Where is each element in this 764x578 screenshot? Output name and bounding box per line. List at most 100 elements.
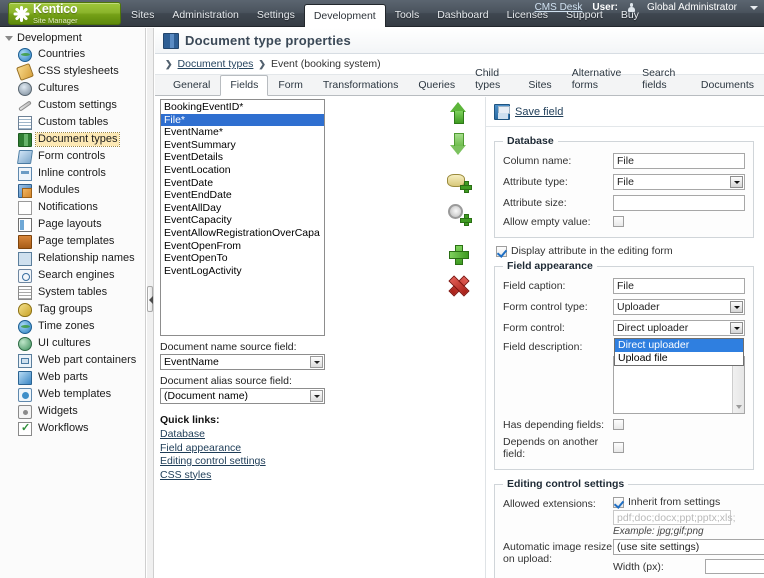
chevron-down-icon[interactable] [310,356,323,368]
nav-item-dashboard[interactable]: Dashboard [428,3,497,27]
depends-on-another-field-checkbox[interactable] [613,442,624,453]
sidebar-item-web-templates[interactable]: Web templates [0,386,145,403]
list-item[interactable]: EventName* [161,126,324,139]
form-control-select[interactable]: Direct uploader Direct uploader Upload f… [613,320,745,366]
sidebar-item-time-zones[interactable]: Time zones [0,318,145,335]
sidebar-item-web-part-containers[interactable]: Web part containers [0,352,145,369]
breadcrumb-link-document-types[interactable]: Document types [178,58,254,70]
nav-item-sites[interactable]: Sites [122,3,163,27]
sidebar-item-ui-cultures[interactable]: UI cultures [0,335,145,352]
nav-item-administration[interactable]: Administration [163,3,248,27]
delete-x-icon [449,276,467,294]
list-item[interactable]: EventDetails [161,151,324,164]
list-item[interactable]: EventOpenTo [161,252,324,265]
quick-link-editing-control-settings[interactable]: Editing control settings [160,455,325,467]
tab-search-fields[interactable]: Search fields [632,63,691,95]
doc-name-source-select[interactable]: EventName [160,354,325,370]
panel-splitter[interactable] [147,28,154,578]
has-depending-fields-checkbox[interactable] [613,419,624,430]
tab-alternative-forms[interactable]: Alternative forms [562,63,632,95]
new-attribute-button[interactable] [445,170,472,196]
chevron-down-icon[interactable] [750,5,758,10]
sidebar-item-page-layouts[interactable]: Page layouts [0,216,145,233]
chevron-down-icon[interactable] [4,33,15,44]
tab-transformations[interactable]: Transformations [313,75,408,95]
cms-desk-link[interactable]: CMS Desk [535,2,583,13]
display-attribute-row[interactable]: Display attribute in the editing form [496,245,764,257]
display-attribute-checkbox[interactable] [496,245,507,257]
sidebar-item-css-stylesheets[interactable]: CSS stylesheets [0,62,145,81]
sidebar-item-system-tables[interactable]: System tables [0,284,145,301]
splitter-collapse-handle[interactable] [147,286,153,312]
option-upload-file[interactable]: Upload file [615,352,743,365]
new-field-button[interactable] [445,241,471,267]
form-control-type-select[interactable]: Uploader [613,299,745,315]
allow-empty-checkbox[interactable] [613,216,624,227]
sidebar-item-form-controls[interactable]: Form controls [0,148,145,165]
tab-child-types[interactable]: Child types [465,63,518,95]
attribute-size-input[interactable] [613,195,745,211]
inherit-from-settings-row[interactable]: Inherit from settings [613,496,764,508]
sidebar-item-countries[interactable]: Countries [0,46,145,63]
column-name-input[interactable] [613,153,745,169]
list-item[interactable]: EventLocation [161,164,324,177]
width-input[interactable] [705,559,764,574]
list-item[interactable]: File* [161,113,324,127]
chevron-down-icon[interactable] [730,301,743,313]
delete-field-button[interactable] [445,272,471,298]
quick-link-field-appearance[interactable]: Field appearance [160,442,325,454]
attribute-type-select[interactable]: File [613,174,745,190]
form-control-options-list[interactable]: Direct uploader Upload file [614,338,744,366]
sidebar-item-workflows[interactable]: Workflows [0,420,145,437]
list-item[interactable]: EventEndDate [161,189,324,202]
move-up-button[interactable] [445,101,471,127]
list-item[interactable]: EventLogActivity [161,265,324,278]
list-item[interactable]: EventAllDay [161,202,324,215]
sidebar-item-custom-tables[interactable]: Custom tables [0,114,145,131]
kentico-logo[interactable]: Kentico Site Manager [8,2,121,25]
list-item[interactable]: EventOpenFrom [161,240,324,253]
tab-form[interactable]: Form [268,75,313,95]
inherit-from-settings-checkbox[interactable] [613,496,624,508]
sidebar-root-development[interactable]: Development [0,28,145,46]
chevron-down-icon[interactable] [730,322,743,334]
field-list[interactable]: BookingEventID* File* EventName* EventSu… [160,99,325,336]
tab-queries[interactable]: Queries [408,75,465,95]
list-item[interactable]: EventCapacity [161,214,324,227]
sidebar-item-page-templates[interactable]: Page templates [0,233,145,250]
chevron-down-icon[interactable] [730,176,743,188]
sidebar-item-tag-groups[interactable]: Tag groups [0,301,145,318]
tab-general[interactable]: General [163,75,220,95]
automatic-image-resize-select[interactable]: (use site settings) [613,539,764,555]
quick-link-database[interactable]: Database [160,428,325,440]
list-item[interactable]: EventDate [161,177,324,190]
list-item[interactable]: EventSummary [161,139,324,152]
option-direct-uploader[interactable]: Direct uploader [615,339,743,352]
allowed-extensions-input[interactable]: pdf;doc;docx;ppt;pptx;xls; [613,510,735,525]
sidebar-item-inline-controls[interactable]: Inline controls [0,165,145,182]
chevron-down-icon[interactable] [310,390,323,402]
tab-fields[interactable]: Fields [220,75,269,96]
quick-link-css-styles[interactable]: CSS styles [160,469,325,481]
sidebar-item-document-types[interactable]: Document types [0,131,145,148]
sidebar-item-relationship-names[interactable]: Relationship names [0,250,145,267]
sidebar-item-notifications[interactable]: Notifications [0,199,145,216]
save-field-button[interactable]: Save field [515,106,563,118]
tab-sites[interactable]: Sites [518,75,561,95]
new-system-field-button[interactable] [445,201,472,227]
sidebar-item-modules[interactable]: Modules [0,182,145,199]
sidebar-item-custom-settings[interactable]: Custom settings [0,97,145,114]
list-item[interactable]: BookingEventID* [161,101,324,114]
tab-documents[interactable]: Documents [691,75,764,95]
nav-item-tools[interactable]: Tools [386,3,429,27]
nav-item-development[interactable]: Development [303,4,386,27]
field-caption-input[interactable] [613,278,745,294]
sidebar-item-cultures[interactable]: Cultures [0,80,145,97]
nav-item-settings[interactable]: Settings [248,3,304,27]
move-down-button[interactable] [445,132,471,158]
sidebar-item-search-engines[interactable]: Search engines [0,267,145,284]
sidebar-item-web-parts[interactable]: Web parts [0,369,145,386]
list-item[interactable]: EventAllowRegistrationOverCapa [161,227,324,240]
doc-alias-source-select[interactable]: (Document name) [160,388,325,404]
sidebar-item-widgets[interactable]: Widgets [0,403,145,420]
